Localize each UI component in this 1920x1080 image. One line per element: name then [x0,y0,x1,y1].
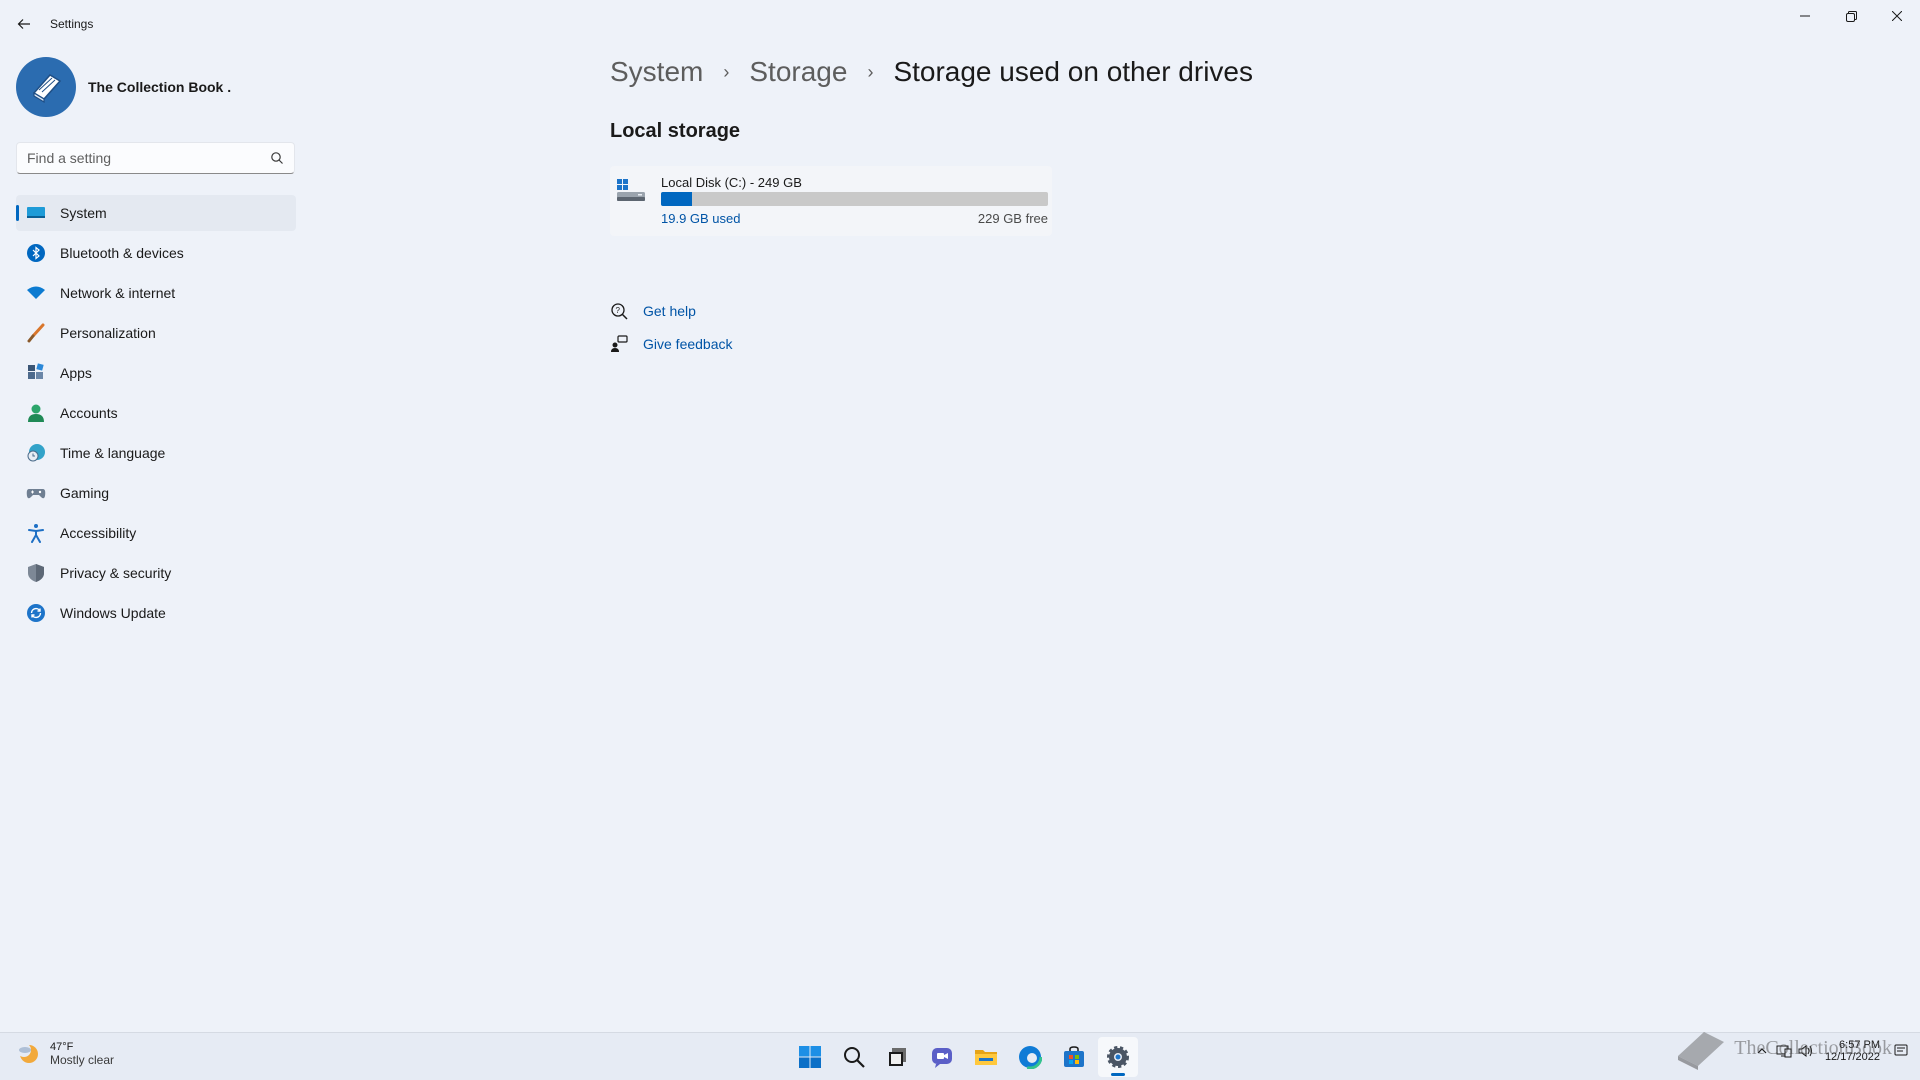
bluetooth-icon [26,243,46,263]
file-explorer-icon [975,1050,997,1065]
sidebar-item-label: Gaming [60,485,110,501]
sidebar-item-apps[interactable]: Apps [16,355,296,391]
chat-button[interactable] [922,1037,962,1077]
restore-button[interactable] [1828,0,1874,32]
settings-taskbar-button[interactable] [1098,1037,1138,1077]
window-controls [1782,0,1920,32]
disk-name: Local Disk (C:) - 249 GB [661,175,802,190]
watermark-text: TheCollectionBook [1734,1036,1892,1059]
sidebar-item-label: Accessibility [60,525,137,541]
taskbar-search-button[interactable] [834,1037,874,1077]
sidebar-item-system[interactable]: System [16,195,296,231]
sidebar-item-label: Windows Update [60,605,166,621]
minimize-icon [1800,15,1810,17]
weather-condition: Mostly clear [50,1053,115,1067]
breadcrumb-system[interactable]: System [610,56,703,88]
title-bar: Settings [0,0,1920,48]
close-button[interactable] [1874,0,1920,32]
task-view-button[interactable] [878,1037,918,1077]
get-help-label[interactable]: Get help [643,303,696,319]
moon-cloud-icon [17,1043,38,1063]
sidebar-item-label: Accounts [60,405,118,421]
user-profile[interactable]: The Collection Book . [16,57,231,117]
start-button[interactable] [790,1037,830,1077]
give-feedback-link[interactable]: Give feedback [610,335,733,353]
sidebar-item-gaming[interactable]: Gaming [16,475,296,511]
sidebar-item-windows-update[interactable]: Windows Update [16,595,296,631]
profile-name: The Collection Book . [88,79,232,95]
back-button[interactable] [12,12,36,36]
sidebar-item-bluetooth[interactable]: Bluetooth & devices [16,235,296,271]
get-help-link[interactable]: ? Get help [610,302,696,320]
search-input[interactable] [17,143,257,173]
weather-widget[interactable]: 47°F Mostly clear [16,1041,114,1067]
close-icon [1892,11,1902,21]
sidebar-item-label: System [60,205,107,221]
disk-free-text: 229 GB free [977,211,1048,226]
file-explorer-button[interactable] [966,1037,1006,1077]
breadcrumb-storage[interactable]: Storage [749,56,847,88]
give-feedback-label[interactable]: Give feedback [643,336,733,352]
task-view-icon [889,1048,906,1066]
book-icon [32,74,62,104]
globe-clock-icon [26,443,46,463]
feedback-icon [610,335,628,353]
sidebar-item-label: Personalization [60,325,156,341]
page-title: Storage used on other drives [893,56,1253,87]
local-disk-card[interactable]: Local Disk (C:) - 249 GB 19.9 GB used 22… [610,166,1052,236]
accessibility-icon [26,523,46,543]
edge-icon [1018,1045,1042,1069]
sidebar-item-time-language[interactable]: Time & language [16,435,296,471]
sidebar-item-network[interactable]: Network & internet [16,275,296,311]
watermark: TheCollectionBook [1674,1026,1892,1070]
chevron-right-icon: › [867,61,874,82]
search-box[interactable] [16,142,295,174]
sidebar-item-label: Network & internet [60,285,176,301]
wifi-icon [26,283,46,303]
back-arrow-icon [17,19,30,29]
search-icon[interactable] [270,151,284,165]
sidebar-item-personalization[interactable]: Personalization [16,315,296,351]
gamepad-icon [26,483,46,503]
store-icon [1064,1046,1084,1067]
sidebar-item-label: Time & language [60,445,166,461]
sidebar-item-accounts[interactable]: Accounts [16,395,296,431]
restore-icon [1845,10,1857,22]
brush-icon [26,323,46,343]
notification-icon[interactable] [1892,1042,1910,1060]
apps-icon [26,363,46,383]
store-button[interactable] [1054,1037,1094,1077]
watermark-book-icon [1678,1032,1725,1070]
section-title-local-storage: Local storage [610,120,741,142]
sidebar-item-privacy[interactable]: Privacy & security [16,555,296,591]
sidebar-item-label: Privacy & security [60,565,172,581]
chevron-right-icon: › [723,61,730,82]
disk-used-text: 19.9 GB used [661,211,741,226]
svg-text:?: ? [616,306,621,315]
edge-button[interactable] [1010,1037,1050,1077]
breadcrumb: System › Storage › Storage used on other… [610,56,1253,88]
person-icon [26,403,46,423]
taskbar-apps [790,1037,1142,1077]
avatar [16,57,76,117]
shield-icon [26,563,46,583]
minimize-button[interactable] [1782,0,1828,32]
update-icon [26,603,46,623]
start-icon [799,1046,821,1068]
chat-icon [932,1048,952,1068]
help-icon: ? [610,302,628,320]
disk-usage-fill [661,192,692,206]
sidebar-item-label: Bluetooth & devices [60,245,184,261]
weather-temperature: 47°F [50,1041,74,1053]
app-title: Settings [50,17,94,31]
sidebar-item-label: Apps [60,365,92,381]
disk-usage-bar [661,192,1048,206]
drive-icon [617,179,645,201]
settings-icon [1107,1046,1129,1068]
sidebar-item-accessibility[interactable]: Accessibility [16,515,296,551]
taskbar: 47°F Mostly clear 6:57 PM 12/17/2022 [0,1032,1920,1080]
system-icon [26,203,46,223]
search-icon [844,1047,865,1068]
